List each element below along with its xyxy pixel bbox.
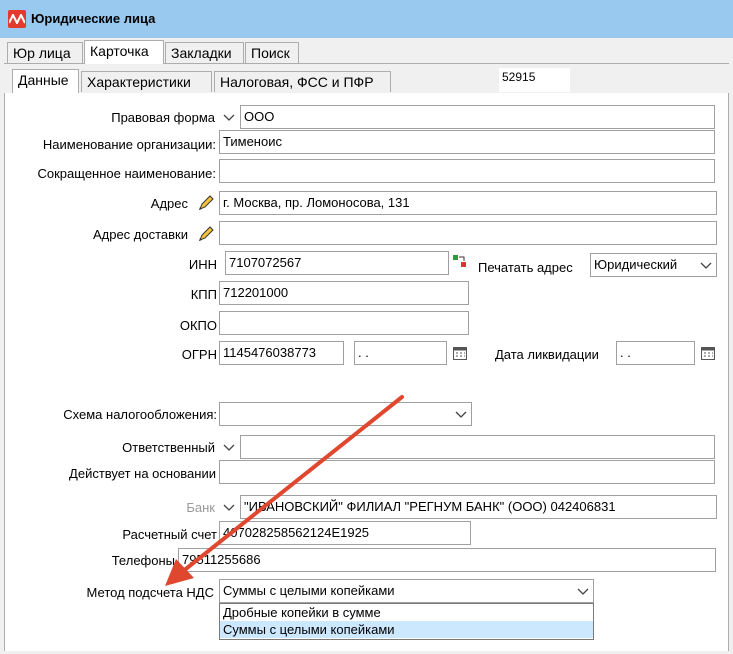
okpo-label: ОКПО <box>179 318 217 333</box>
bank-label: Банк <box>186 500 215 515</box>
kpp-label: КПП <box>190 287 217 302</box>
responsible-dropdown[interactable] <box>219 436 239 460</box>
legal-form-label: Правовая форма <box>111 110 215 125</box>
vat-method-value: Суммы с целыми копейками <box>223 583 395 598</box>
subtab-data[interactable]: Данные <box>12 69 79 93</box>
vat-option-whole-kopecks[interactable]: Суммы с целыми копейками <box>220 621 593 638</box>
tax-scheme-select[interactable] <box>219 402 472 426</box>
short-name-label: Сокращенное наименование: <box>37 166 217 181</box>
phones-label: Телефоны <box>111 553 175 568</box>
bank-field[interactable]: "ИВАНОВСКИЙ" ФИЛИАЛ "РЕГНУМ БАНК" (ООО) … <box>240 495 717 519</box>
short-name-field[interactable] <box>219 159 715 183</box>
app-logo-icon <box>8 10 26 28</box>
tab-search[interactable]: Поиск <box>245 42 299 63</box>
acts-on-basis-field[interactable] <box>219 460 715 484</box>
org-name-field[interactable]: Тименоис <box>219 130 715 154</box>
address-field[interactable]: г. Москва, пр. Ломоносова, 131 <box>219 191 717 215</box>
chevron-down-icon <box>700 262 712 269</box>
legal-form-field[interactable]: ООО <box>240 105 715 129</box>
vat-option-fractional[interactable]: Дробные копейки в сумме <box>220 604 593 621</box>
chevron-down-icon <box>455 411 467 418</box>
record-id: 52915 <box>499 68 570 92</box>
vat-method-label: Метод подсчета НДС <box>86 585 214 600</box>
phones-field[interactable]: 79511255686 <box>178 548 716 572</box>
tab-legal-entities[interactable]: Юр лица <box>7 42 83 63</box>
window-title: Юридические лица <box>31 11 156 26</box>
chevron-down-icon <box>223 504 235 511</box>
print-address-label: Печатать адрес <box>478 260 573 275</box>
tax-scheme-label: Схема налогообложения: <box>63 407 217 422</box>
bank-dropdown[interactable] <box>219 496 239 520</box>
account-label: Расчетный счет <box>122 527 217 542</box>
edit-address-icon[interactable] <box>197 194 215 212</box>
inn-label: ИНН <box>188 257 217 272</box>
address-label: Адрес <box>150 196 188 211</box>
tab-bookmarks[interactable]: Закладки <box>165 42 244 63</box>
ogrn-field[interactable]: 1145476038773 <box>219 341 344 365</box>
title-bar: Юридические лица <box>0 0 733 38</box>
chevron-down-icon <box>577 588 589 595</box>
account-field[interactable]: 407028258562124E1925 <box>219 521 471 545</box>
liquidation-date-label: Дата ликвидации <box>495 347 599 362</box>
inn-lookup-icon[interactable] <box>452 253 470 271</box>
legal-form-dropdown[interactable] <box>219 106 239 130</box>
edit-delivery-address-icon[interactable] <box>197 225 215 243</box>
tab-card[interactable]: Карточка <box>84 40 164 64</box>
calendar-icon[interactable] <box>700 345 716 361</box>
ogrn-label: ОГРН <box>181 347 217 362</box>
liquidation-date-field[interactable]: . . <box>616 341 695 365</box>
chevron-down-icon <box>223 114 235 121</box>
subtab-characteristics[interactable]: Характеристики <box>81 71 212 92</box>
vat-method-select[interactable]: Суммы с целыми копейками <box>219 579 594 603</box>
responsible-label: Ответственный <box>122 440 215 455</box>
responsible-field[interactable] <box>240 435 715 459</box>
calendar-icon[interactable] <box>452 345 468 361</box>
delivery-address-field[interactable] <box>219 221 717 245</box>
delivery-address-label: Адрес доставки <box>92 227 188 242</box>
chevron-down-icon <box>223 444 235 451</box>
org-name-label: Наименование организации: <box>42 137 216 152</box>
ogrn-date-field[interactable]: . . <box>354 341 447 365</box>
vat-method-options: Дробные копейки в сумме Суммы с целыми к… <box>219 603 594 640</box>
acts-on-basis-label: Действует на основании <box>69 466 216 481</box>
kpp-field[interactable]: 712201000 <box>219 281 469 305</box>
okpo-field[interactable] <box>219 311 469 335</box>
subtab-tax[interactable]: Налоговая, ФСС и ПФР <box>214 71 391 92</box>
inn-field[interactable]: 7107072567 <box>225 251 449 275</box>
print-address-value: Юридический <box>594 257 678 272</box>
print-address-select[interactable]: Юридический <box>590 253 717 277</box>
